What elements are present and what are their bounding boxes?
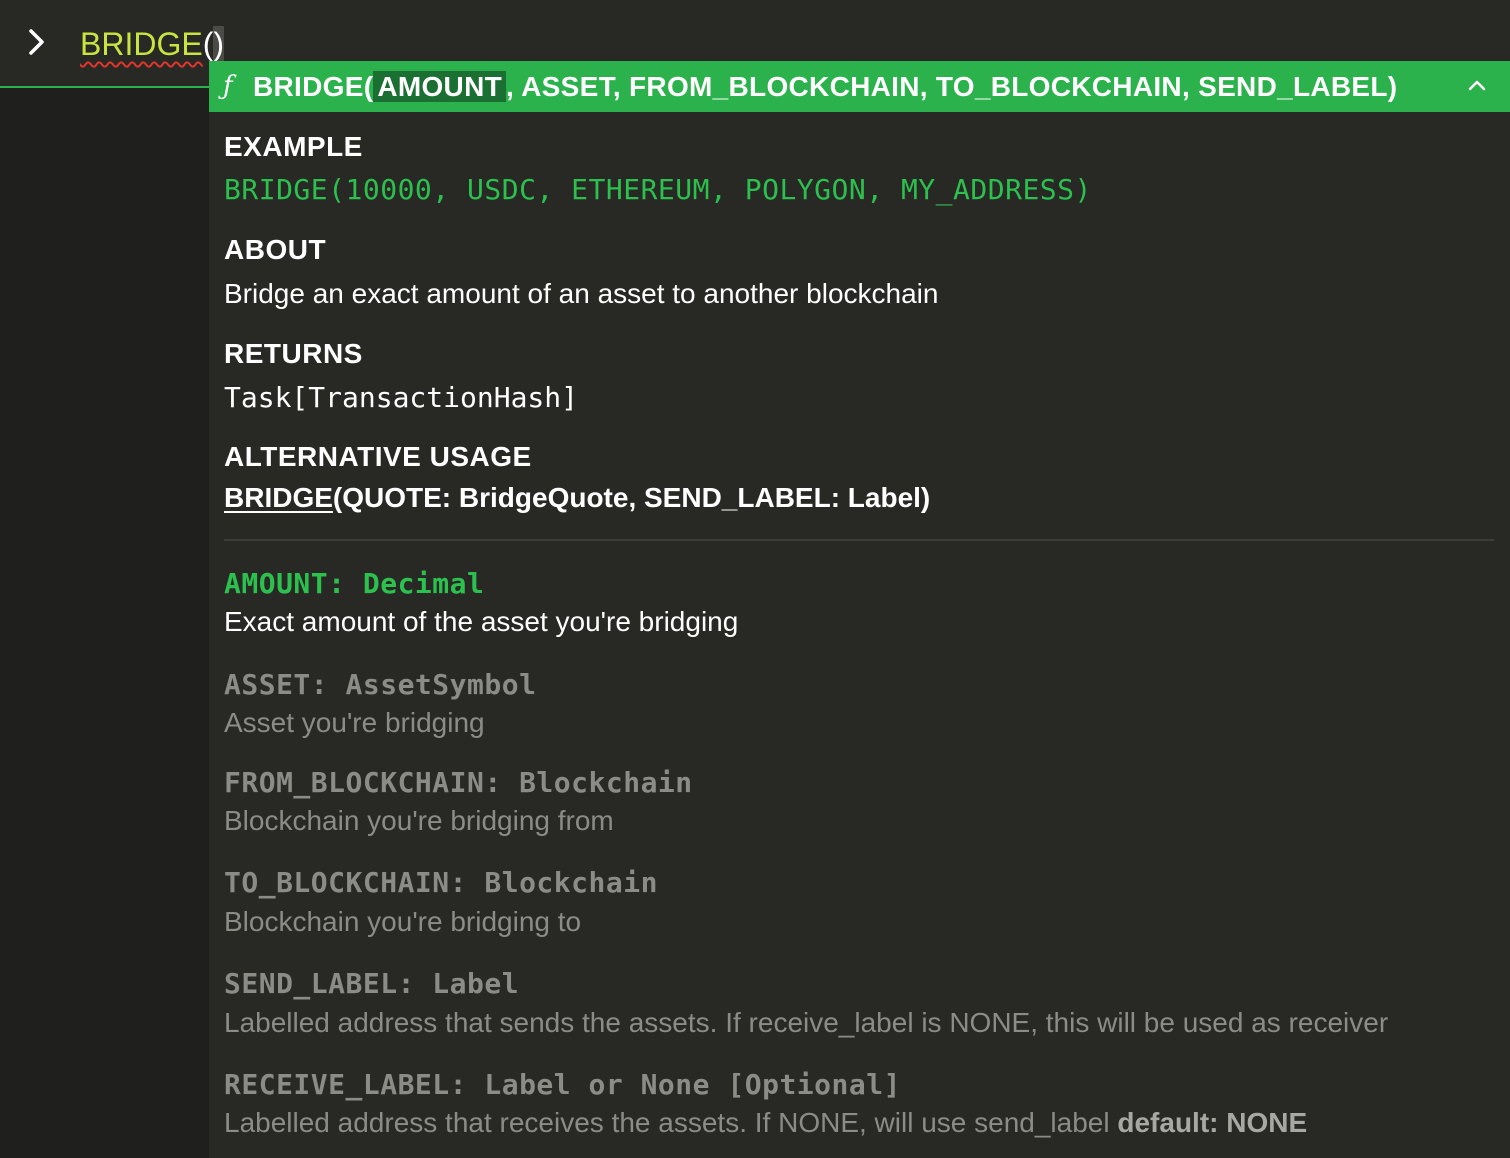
close-paren-cursor: ) xyxy=(213,26,224,62)
returns-heading: RETURNS xyxy=(224,338,363,369)
about-heading: ABOUT xyxy=(224,234,327,265)
alternative-usage-link[interactable]: BRIDGE xyxy=(224,482,333,513)
signature-active-param: AMOUNT xyxy=(373,71,506,102)
param-receive-label-desc: Labelled address that receives the asset… xyxy=(224,1107,1307,1139)
alternative-usage: BRIDGE(QUOTE: BridgeQuote, SEND_LABEL: L… xyxy=(224,482,930,514)
param-to-blockchain-desc: Blockchain you're bridging to xyxy=(224,906,582,937)
example-heading: EXAMPLE xyxy=(224,131,363,162)
alternative-usage-args: (QUOTE: BridgeQuote, SEND_LABEL: Label) xyxy=(332,482,931,513)
function-help-popup: ƒ BRIDGE(AMOUNT, ASSET, FROM_BLOCKCHAIN,… xyxy=(209,61,1510,1158)
param-send-label-name: SEND_LABEL: Label xyxy=(224,967,520,1000)
chevron-right-icon xyxy=(29,29,44,55)
left-panel-background xyxy=(0,88,209,1158)
param-receive-label-name: RECEIVE_LABEL: Label or None [Optional] xyxy=(224,1068,901,1101)
divider xyxy=(224,539,1494,541)
formula-input[interactable]: BRIDGE() xyxy=(80,22,224,66)
command-bar xyxy=(0,0,1510,62)
param-from-blockchain-desc: Blockchain you're bridging from xyxy=(224,805,614,836)
open-paren: ( xyxy=(202,26,214,62)
signature-bar[interactable]: ƒ BRIDGE(AMOUNT, ASSET, FROM_BLOCKCHAIN,… xyxy=(209,61,1510,112)
param-asset-desc: Asset you're bridging xyxy=(224,707,485,738)
example-code: BRIDGE(10000, USDC, ETHEREUM, POLYGON, M… xyxy=(224,173,1092,206)
about-text: Bridge an exact amount of an asset to an… xyxy=(224,278,939,309)
function-name-token: BRIDGE xyxy=(80,26,203,62)
param-receive-label-default: default: NONE xyxy=(1117,1107,1308,1138)
param-amount-name: AMOUNT: Decimal xyxy=(224,567,485,600)
param-asset-name: ASSET: AssetSymbol xyxy=(224,668,537,701)
param-to-blockchain-name: TO_BLOCKCHAIN: Blockchain xyxy=(224,866,658,899)
chevron-up-icon[interactable] xyxy=(1464,73,1490,99)
param-from-blockchain-name: FROM_BLOCKCHAIN: Blockchain xyxy=(224,766,693,799)
param-amount-desc: Exact amount of the asset you're bridgin… xyxy=(224,606,739,637)
signature-prefix: BRIDGE( xyxy=(253,71,374,102)
signature-rest: , ASSET, FROM_BLOCKCHAIN, TO_BLOCKCHAIN,… xyxy=(506,71,1398,102)
returns-type: Task[TransactionHash] xyxy=(224,381,579,414)
alternative-usage-heading: ALTERNATIVE USAGE xyxy=(224,441,532,472)
input-focus-underline xyxy=(0,86,209,88)
function-icon: ƒ xyxy=(223,71,233,101)
param-send-label-desc: Labelled address that sends the assets. … xyxy=(224,1007,1389,1038)
param-receive-label-desc-text: Labelled address that receives the asset… xyxy=(224,1107,1118,1138)
signature-text: BRIDGE(AMOUNT, ASSET, FROM_BLOCKCHAIN, T… xyxy=(253,61,1397,112)
